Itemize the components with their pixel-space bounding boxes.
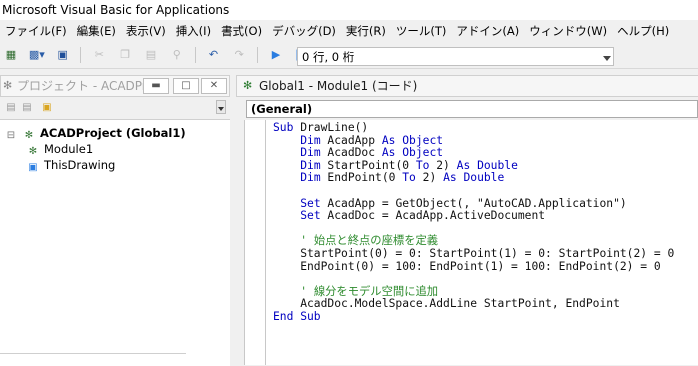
module-icon: ✻ — [243, 79, 253, 92]
drawing-icon: ▣ — [28, 162, 38, 173]
project-explorer-toolbar: ▤ ▤ ▣ — [0, 98, 230, 118]
copy-icon[interactable]: ❐ — [117, 47, 133, 63]
view-code-icon[interactable]: ▤ — [4, 102, 18, 114]
save-icon[interactable]: ▣ — [55, 47, 71, 63]
run-icon[interactable]: ▶ — [268, 47, 284, 63]
project-explorer: ✻ プロジェクト - ACADPro... ▬ □ ✕ ▤ ▤ ▣ ⊟ ✻ ACAD… — [0, 71, 230, 366]
undo-icon[interactable]: ↶ — [205, 47, 221, 63]
code-margin[interactable] — [245, 120, 266, 365]
menu-edit[interactable]: 編集(E) — [72, 20, 121, 42]
tree-node-module1-label: Module1 — [44, 142, 94, 156]
cursor-position: 0 行, 0 桁 — [297, 47, 614, 66]
insert-userform-icon[interactable]: ▩▾ — [29, 47, 45, 63]
close-button[interactable]: ✕ — [201, 78, 227, 94]
project-tree: ⊟ ✻ ACADProject (Global1) ✻ Module1 ▣ ThisDr… — [0, 119, 230, 366]
tree-node-thisdrawing[interactable]: ▣ ThisDrawing — [26, 158, 115, 173]
cut-icon[interactable]: ✂ — [91, 47, 107, 63]
code-text[interactable]: Sub DrawLine() Dim AcadApp As Object Dim… — [273, 121, 674, 324]
toolbar-separator — [257, 47, 259, 63]
paste-icon[interactable]: ▤ — [143, 47, 159, 63]
project-explorer-titlebar: ✻ プロジェクト - ACADPro... ▬ □ ✕ — [0, 75, 230, 97]
code-window-title: Global1 - Module1 (コード) — [259, 79, 418, 93]
code-window: ✻ Global1 - Module1 (コード) (General) Sub … — [236, 71, 698, 365]
menu-window[interactable]: ウィンドウ(W) — [524, 20, 612, 42]
redo-icon[interactable]: ↷ — [231, 47, 247, 63]
menu-run[interactable]: 実行(R) — [341, 20, 391, 42]
minimize-button[interactable]: ▬ — [143, 78, 169, 94]
menu-insert[interactable]: 挿入(I) — [171, 20, 216, 42]
code-editor[interactable]: Sub DrawLine() Dim AcadApp As Object Dim… — [244, 120, 698, 365]
object-combobox[interactable]: (General) — [246, 100, 698, 118]
view-host-icon[interactable]: ▦ — [3, 47, 19, 63]
tree-node-module1[interactable]: ✻ Module1 — [26, 142, 93, 157]
menu-tools[interactable]: ツール(T) — [391, 20, 452, 42]
scroll-arrow-icon[interactable] — [216, 100, 226, 114]
menu-bar: ファイル(F) 編集(E) 表示(V) 挿入(I) 書式(O) デバッグ(D) 実行(R) ツ… — [0, 20, 698, 42]
tree-node-thisdrawing-label: ThisDrawing — [44, 158, 116, 172]
menu-addins[interactable]: アドイン(A) — [451, 20, 524, 42]
code-window-titlebar: ✻ Global1 - Module1 (コード) — [236, 75, 698, 97]
tree-node-root[interactable]: ⊟ ✻ ACADProject (Global1) — [4, 126, 186, 141]
tree-node-root-label: ACADProject (Global1) — [40, 126, 186, 140]
toolbar-options-icon[interactable] — [603, 56, 611, 61]
window-title: Microsoft Visual Basic for Applications — [0, 0, 698, 20]
menu-format[interactable]: 書式(O) — [216, 20, 267, 42]
toolbar-separator — [80, 47, 82, 63]
view-object-icon[interactable]: ▤ — [20, 102, 34, 114]
project-icon: ✻ — [24, 130, 34, 141]
project-icon: ✻ — [3, 79, 13, 92]
menu-help[interactable]: ヘルプ(H) — [612, 20, 674, 42]
menu-view[interactable]: 表示(V) — [121, 20, 171, 42]
toolbar-separator — [194, 47, 196, 63]
collapse-icon[interactable]: ⊟ — [4, 129, 18, 141]
toggle-folders-icon[interactable]: ▣ — [40, 102, 54, 114]
module-icon: ✻ — [28, 146, 38, 157]
find-icon[interactable]: ⚲ — [169, 47, 185, 63]
maximize-button[interactable]: □ — [173, 78, 199, 94]
divider — [0, 353, 186, 354]
menu-debug[interactable]: デバッグ(D) — [267, 20, 341, 42]
menu-file[interactable]: ファイル(F) — [0, 20, 72, 42]
